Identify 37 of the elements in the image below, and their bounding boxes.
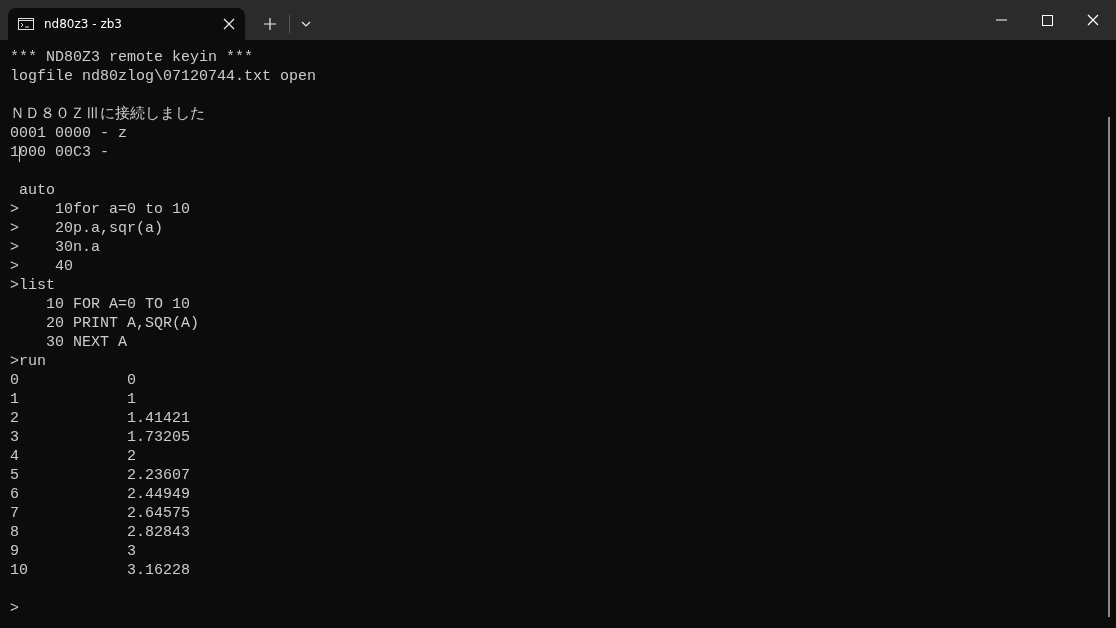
terminal-icon (18, 18, 34, 30)
terminal-line: 10 FOR A=0 TO 10 (45, 296, 191, 313)
terminal-line: ＮＤ８０ＺⅢに接続しました (10, 106, 205, 123)
scrollbar[interactable] (1108, 117, 1110, 617)
terminal-line: > (10, 600, 19, 617)
terminal-line: 20 PRINT A,SQR(A) (45, 315, 200, 332)
terminal-line: 0 0 (10, 372, 137, 389)
terminal-line: 4 2 (10, 448, 137, 465)
terminal-line: 10 3.16228 (10, 562, 191, 579)
maximize-icon (1041, 14, 1053, 26)
terminal-line: logfile nd80zlog\07120744.txt open (10, 68, 317, 85)
terminal-line: 1 1 (10, 391, 137, 408)
minimize-icon (995, 19, 1007, 21)
terminal-line: >run (10, 353, 46, 370)
terminal-line: 5 2.23607 (10, 467, 191, 484)
terminal-line: 30 NEXT A (45, 334, 128, 351)
terminal-line: 0001 0000 - z (10, 125, 128, 142)
terminal-line: 6 2.44949 (10, 486, 191, 503)
chevron-down-icon (301, 21, 311, 27)
terminal-line: > 30n.a (10, 239, 100, 256)
terminal-line: >list (10, 277, 55, 294)
terminal-line: 8 2.82843 (10, 524, 191, 541)
terminal-line: 7 2.64575 (10, 505, 191, 522)
terminal-line: > 40 (10, 258, 73, 275)
terminal-line: *** ND80Z3 remote keyin *** (10, 49, 254, 66)
terminal-line: > 10for a=0 to 10 (10, 201, 191, 218)
close-icon (223, 18, 235, 30)
close-icon (1087, 14, 1099, 26)
close-tab-button[interactable] (223, 18, 235, 30)
terminal-line: 9 3 (10, 543, 137, 560)
terminal-line: 3 1.73205 (10, 429, 191, 446)
terminal-tab[interactable]: nd80z3 - zb3 (8, 8, 245, 40)
terminal-line: auto (18, 182, 55, 199)
tab-title: nd80z3 - zb3 (44, 17, 123, 31)
terminal-line: > 20p.a,sqr(a) (10, 220, 164, 237)
terminal-line: 2 1.41421 (10, 410, 191, 427)
plus-icon (264, 18, 276, 30)
